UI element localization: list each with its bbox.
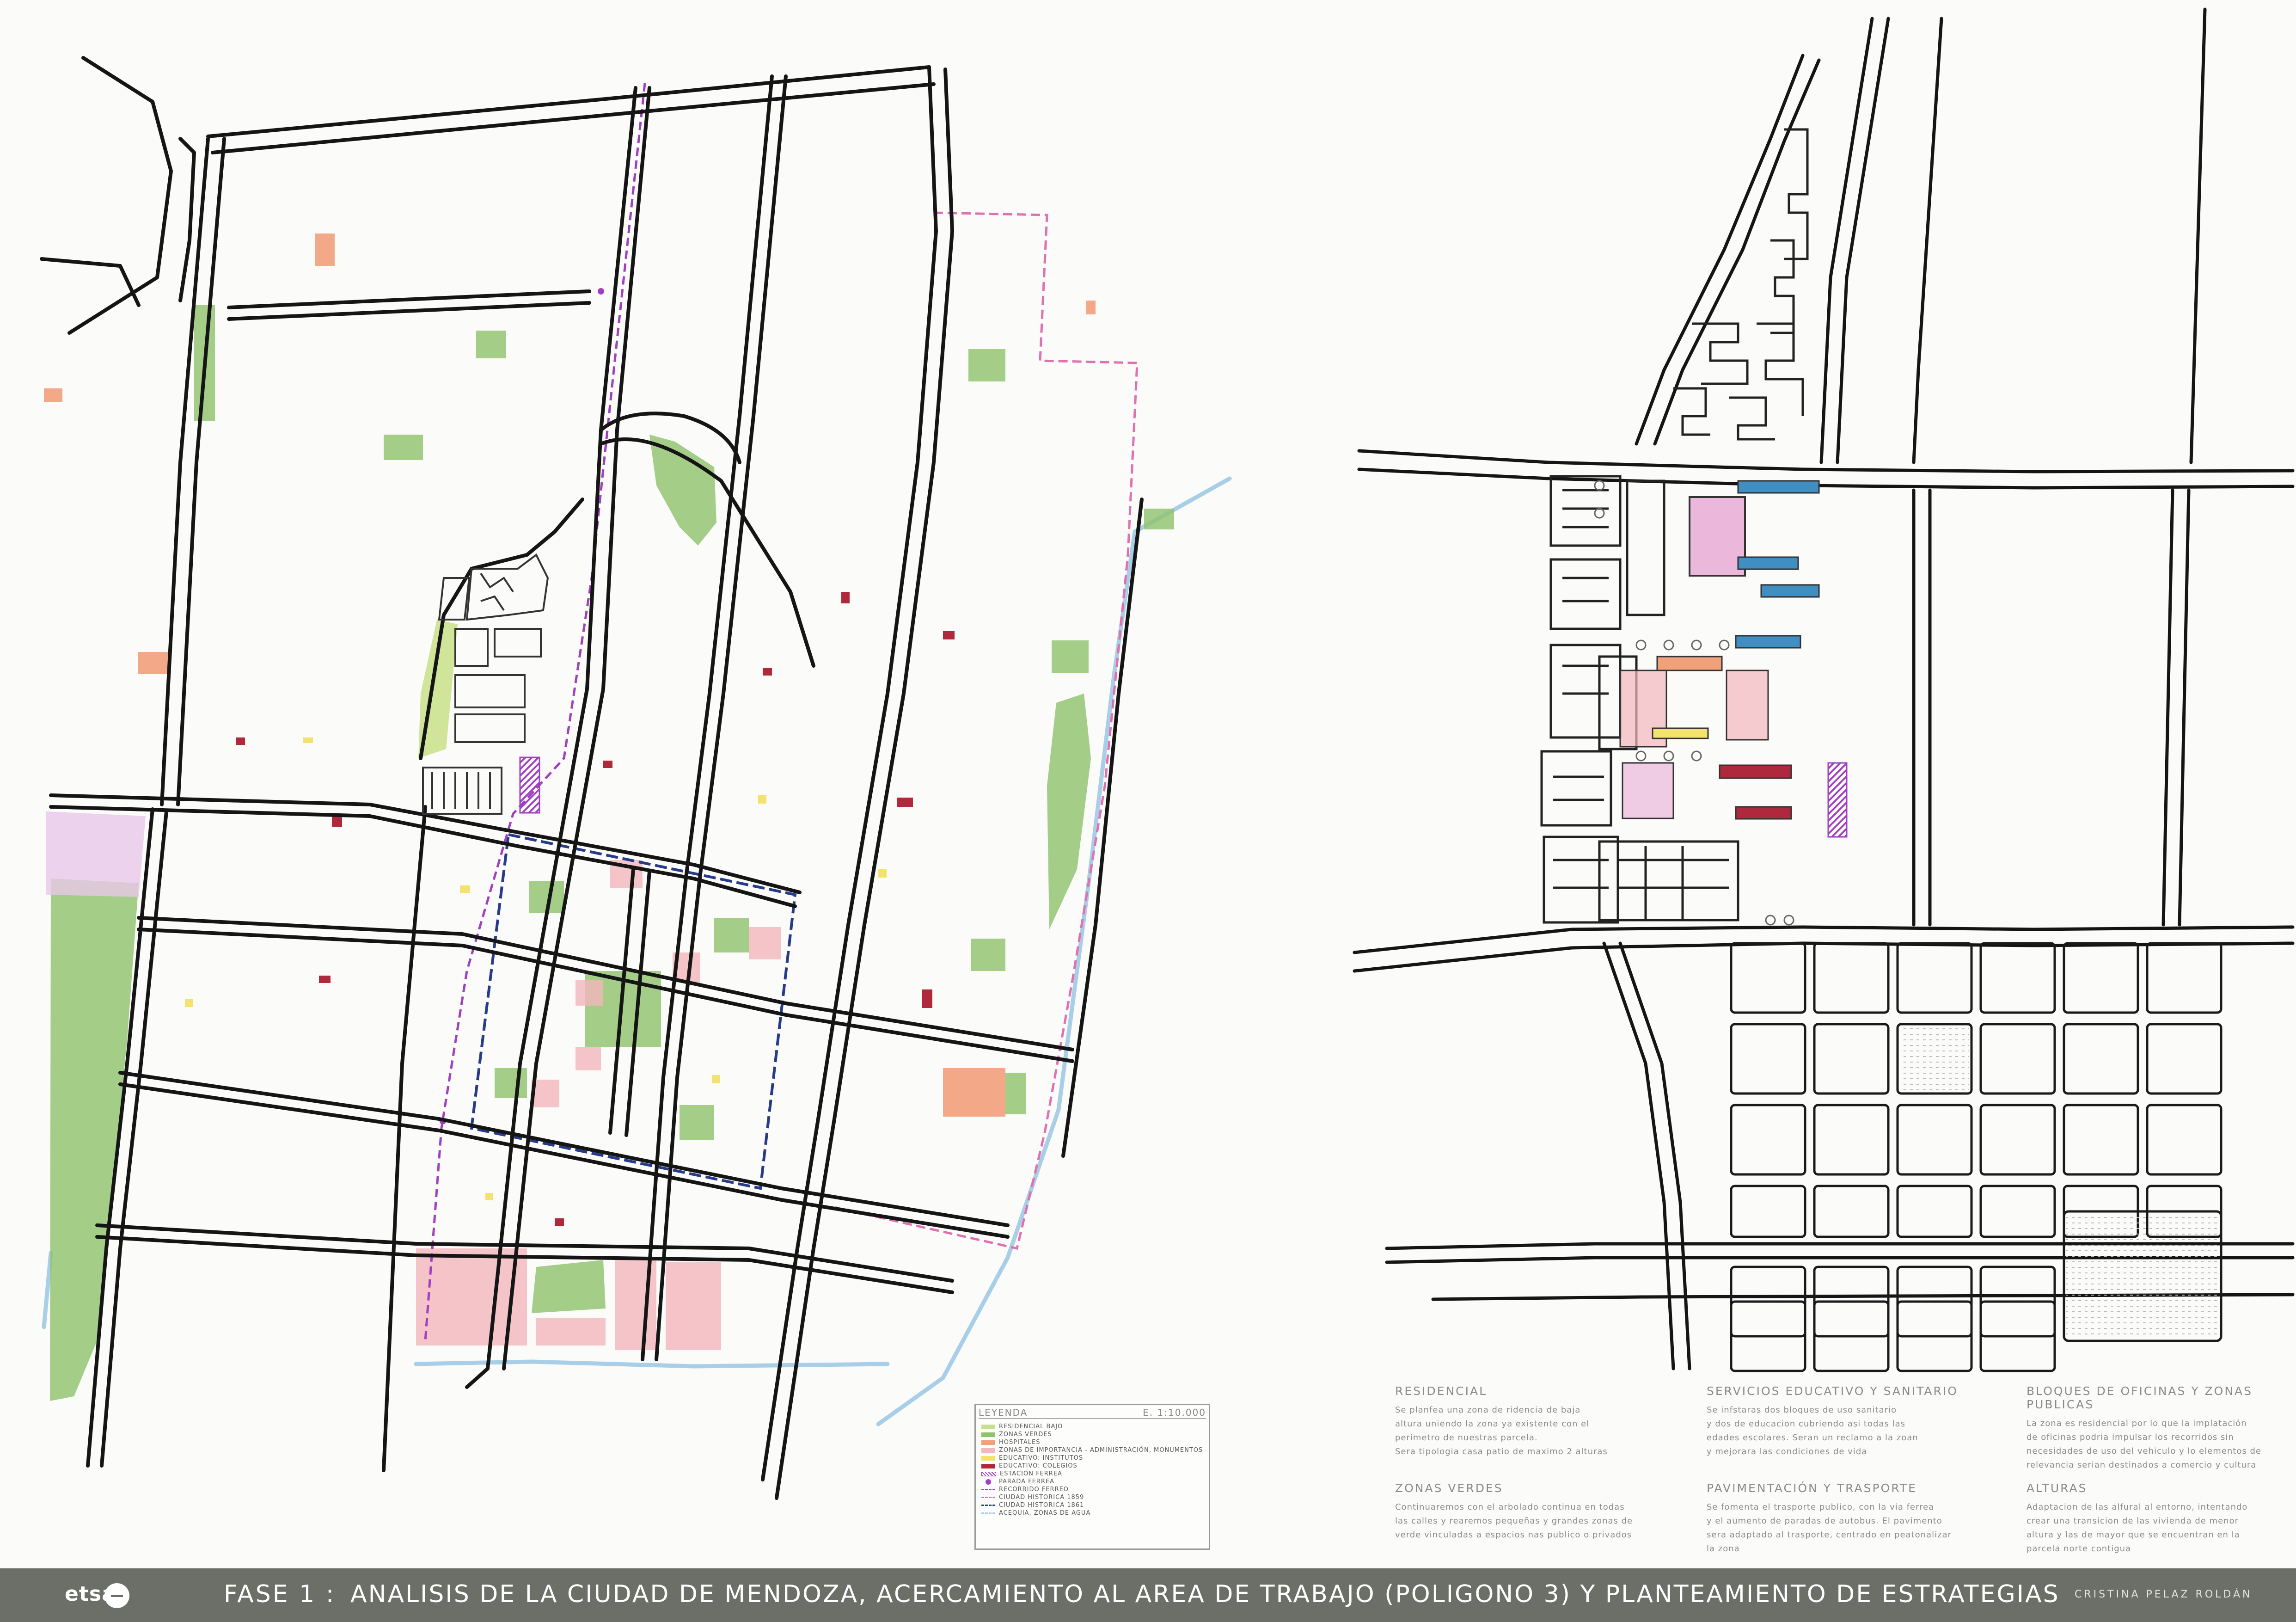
legend-item: HOSPITALES xyxy=(981,1438,1205,1446)
footer-bar: etsa FASE 1 : ANALISIS DE LA CIUDAD DE M… xyxy=(0,1568,2296,1622)
legend-label: ESTACIÓN FERREA xyxy=(1000,1470,1062,1477)
legend-item: RECORRIDO FERREO xyxy=(981,1486,1205,1493)
section-body: Adaptacion de las alfural al entorno, in… xyxy=(2027,1502,2248,1554)
legend-label: EDUCATIVO: INSTITUTOS xyxy=(999,1455,1084,1462)
legend-swatch xyxy=(981,1463,995,1468)
meander-housing xyxy=(1673,128,1809,441)
legend-label: ZONAS DE IMPORTANCIA - ADMINISTRACIÓN, M… xyxy=(999,1447,1203,1454)
legend-items: RESIDENCIAL BAJO ZONAS VERDES HOSPITALES ZO… xyxy=(981,1423,1205,1517)
legend-item: RESIDENCIAL BAJO xyxy=(981,1423,1205,1431)
legend-swatch xyxy=(981,1424,995,1429)
strategy-map xyxy=(1353,7,2295,1372)
drawing-sheet: LEYENDA E. 1:10.000 RESIDENCIAL BAJO ZONA… xyxy=(0,0,2296,1622)
legend-item: CIUDAD HISTORICA 1861 xyxy=(981,1501,1205,1509)
legend-item: ACEQUIA, ZONAS DE AGUA xyxy=(981,1509,1205,1517)
legend-item: PARADA FERREA xyxy=(981,1478,1205,1486)
program-blocks xyxy=(1619,480,1848,838)
phase-label: FASE 1 : xyxy=(224,1580,336,1608)
map-drawings xyxy=(40,7,2295,1500)
section-title: SERVICIOS EDUCATIVO Y SANITARIO xyxy=(1707,1384,1958,1398)
legend-swatch xyxy=(981,1440,995,1445)
rail-stop xyxy=(598,288,604,295)
legend-item: ZONAS DE IMPORTANCIA - ADMINISTRACIÓN, M… xyxy=(981,1446,1205,1454)
legend-item: EDUCATIVO: INSTITUTOS xyxy=(981,1454,1205,1462)
legend-label: EDUCATIVO: COLEGIOS xyxy=(999,1462,1078,1469)
section-body: Se infstaras dos bloques de uso sanitari… xyxy=(1707,1405,1918,1456)
author-name: CRISTINA PELAZ ROLDÁN xyxy=(2075,1589,2253,1600)
city-analysis-map xyxy=(40,56,1232,1500)
legend-label: HOSPITALES xyxy=(999,1439,1041,1446)
school-markers xyxy=(236,592,955,1226)
section-title: PAVIMENTACIÓN Y TRASPORTE xyxy=(1707,1481,1917,1495)
legend-item: EDUCATIVO: COLEGIOS xyxy=(981,1462,1205,1470)
legend-title: LEYENDA xyxy=(979,1407,1028,1418)
legend-item: CIUDAD HISTORICA 1859 xyxy=(981,1493,1205,1501)
section-bloques-oficinas: BLOQUES DE OFICINAS Y ZONAS PUBLICAS La … xyxy=(2027,1384,2285,1472)
map-legend: LEYENDA E. 1:10.000 RESIDENCIAL BAJO ZONA… xyxy=(974,1404,1210,1550)
section-body: Continuaremos con el arbolado continua e… xyxy=(1395,1502,1633,1540)
legend-label: PARADA FERREA xyxy=(999,1478,1054,1485)
legend-swatch xyxy=(981,1448,995,1453)
legend-swatch xyxy=(981,1497,995,1498)
legend-swatch xyxy=(986,1479,991,1485)
section-zonas-verdes: ZONAS VERDES Continuaremos con el arbola… xyxy=(1395,1481,1691,1542)
section-residencial: RESIDENCIAL Se planfea una zona de riden… xyxy=(1395,1384,1691,1459)
park-texture xyxy=(2066,1214,2219,1339)
legend-item: ZONAS VERDES xyxy=(981,1431,1205,1438)
legend-swatch xyxy=(981,1505,995,1506)
section-title: ZONAS VERDES xyxy=(1395,1481,1503,1495)
legend-swatch xyxy=(981,1512,995,1514)
section-servicios: SERVICIOS EDUCATIVO Y SANITARIO Se infst… xyxy=(1707,1384,2002,1459)
legend-swatch xyxy=(981,1432,995,1437)
section-title: BLOQUES DE OFICINAS Y ZONAS PUBLICAS xyxy=(2027,1384,2253,1411)
legend-swatch xyxy=(981,1489,995,1490)
legend-label: ACEQUIA, ZONAS DE AGUA xyxy=(999,1510,1091,1517)
legend-scale: E. 1:10.000 xyxy=(1143,1407,1206,1418)
legend-label: CIUDAD HISTORICA 1859 xyxy=(999,1494,1084,1501)
legend-swatch xyxy=(981,1471,996,1476)
legend-label: RESIDENCIAL BAJO xyxy=(999,1423,1063,1430)
section-body: Se fomenta el trasporte publico, con la … xyxy=(1707,1502,1952,1554)
section-alturas: ALTURAS Adaptacion de las alfural al ent… xyxy=(2027,1481,2285,1556)
legend-label: RECORRIDO FERREO xyxy=(999,1486,1069,1493)
legend-header: LEYENDA E. 1:10.000 xyxy=(979,1407,1206,1419)
section-title: ALTURAS xyxy=(2027,1481,2088,1495)
legend-item: ESTACIÓN FERREA xyxy=(981,1470,1205,1478)
section-body: La zona es residencial por lo que la imp… xyxy=(2027,1419,2261,1470)
logo-mark-icon xyxy=(104,1583,129,1608)
etsa-logo: etsa xyxy=(65,1579,139,1611)
legend-swatch xyxy=(981,1456,995,1461)
park-texture xyxy=(1900,1026,1969,1091)
sheet-title: ANALISIS DE LA CIUDAD DE MENDOZA, ACERCA… xyxy=(350,1580,2060,1608)
section-body: Se planfea una zona de ridencia de baja … xyxy=(1395,1405,1608,1456)
section-title: RESIDENCIAL xyxy=(1395,1384,1488,1398)
legend-label: ZONAS VERDES xyxy=(999,1431,1052,1438)
section-pavimentacion: PAVIMENTACIÓN Y TRASPORTE Se fomenta el … xyxy=(1707,1481,2002,1556)
legend-label: CIUDAD HISTORICA 1861 xyxy=(999,1502,1084,1509)
